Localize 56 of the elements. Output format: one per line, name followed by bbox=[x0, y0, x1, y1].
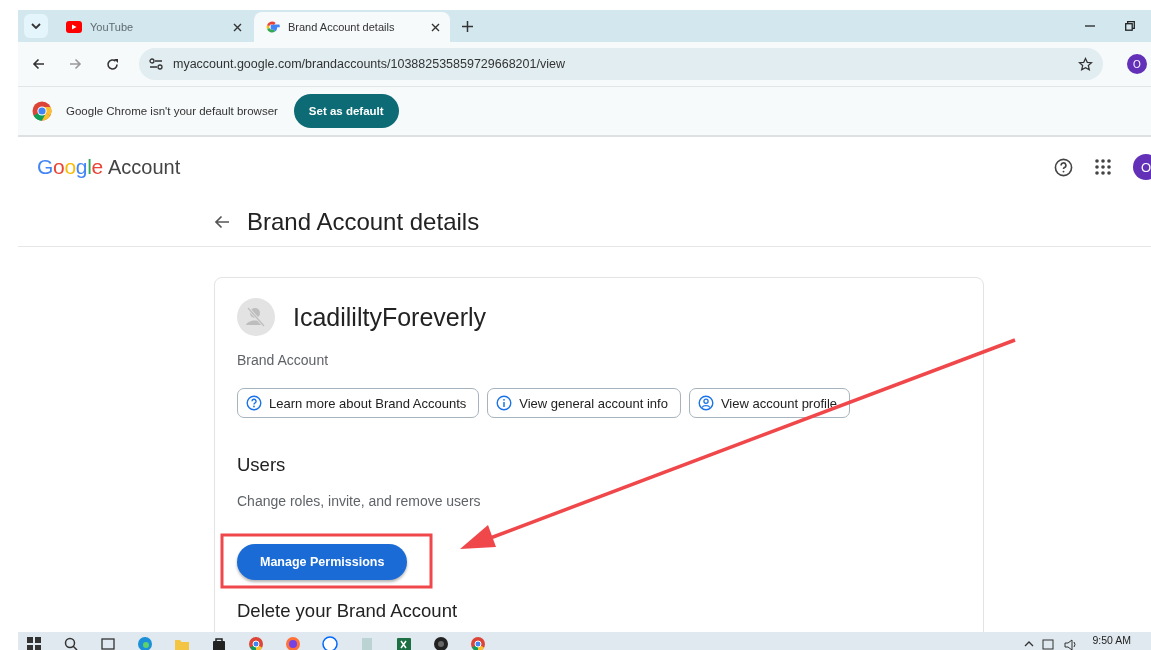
reload-icon[interactable] bbox=[106, 57, 119, 71]
new-tab-icon[interactable] bbox=[462, 20, 473, 32]
store-icon[interactable] bbox=[211, 636, 227, 650]
section-heading: Delete your Brand Account bbox=[237, 600, 459, 622]
google-logo: Google bbox=[37, 155, 103, 179]
site-settings-icon[interactable] bbox=[149, 58, 163, 70]
recorder-icon[interactable] bbox=[433, 636, 449, 650]
help-icon[interactable] bbox=[1054, 157, 1073, 177]
tab-title: YouTube bbox=[90, 21, 135, 33]
infobar-message: Google Chrome isn't your default browser bbox=[66, 105, 278, 117]
back-icon[interactable] bbox=[32, 58, 45, 70]
section-heading: Users bbox=[237, 454, 287, 476]
set-default-button[interactable]: Set as default bbox=[293, 94, 399, 128]
chevron-down-icon bbox=[31, 23, 41, 29]
tab-title: Brand Account details bbox=[288, 21, 396, 33]
section-description: Change roles, invite, and remove users bbox=[237, 493, 482, 509]
browser-tab[interactable]: YouTube bbox=[56, 12, 252, 42]
close-icon[interactable] bbox=[233, 22, 242, 32]
page-title: Brand Account details bbox=[247, 207, 480, 236]
speaker-icon[interactable] bbox=[1064, 639, 1079, 650]
help-icon bbox=[246, 395, 262, 411]
account-type: Brand Account bbox=[237, 352, 330, 368]
manage-permissions-button[interactable]: Manage Permissions bbox=[237, 544, 408, 580]
firefox-icon[interactable] bbox=[285, 636, 301, 650]
start-icon[interactable] bbox=[26, 636, 42, 650]
link-chip[interactable]: View account profile bbox=[688, 388, 851, 418]
product-name: Account bbox=[108, 155, 181, 179]
profile-avatar[interactable]: O bbox=[1127, 54, 1147, 74]
person-circle-icon bbox=[697, 395, 714, 411]
apps-grid-icon[interactable] bbox=[1095, 159, 1111, 175]
edge-icon[interactable] bbox=[137, 636, 153, 650]
account-name: IcadililtyForeverly bbox=[293, 302, 487, 332]
excel-icon[interactable] bbox=[396, 636, 412, 650]
account-avatar[interactable]: O bbox=[1133, 154, 1151, 180]
link-chip[interactable]: View general account info bbox=[487, 388, 681, 418]
chat-app-icon[interactable] bbox=[322, 636, 338, 650]
close-icon[interactable] bbox=[431, 22, 440, 32]
network-icon[interactable] bbox=[1042, 639, 1057, 650]
back-arrow-icon[interactable] bbox=[214, 214, 230, 229]
restore-icon[interactable] bbox=[1125, 21, 1135, 31]
star-icon[interactable] bbox=[1078, 56, 1093, 72]
chevron-up-icon[interactable] bbox=[1024, 641, 1035, 647]
google-g-icon bbox=[264, 19, 280, 35]
chrome-icon[interactable] bbox=[470, 636, 486, 650]
search-icon[interactable] bbox=[63, 636, 79, 650]
forward-icon[interactable] bbox=[69, 58, 82, 70]
task-view-icon[interactable] bbox=[100, 636, 116, 650]
video-play-icon bbox=[66, 21, 82, 33]
clock-time: 9:50 AM bbox=[1092, 634, 1131, 646]
avatar-placeholder-icon bbox=[237, 298, 275, 336]
chrome-icon[interactable] bbox=[248, 636, 264, 650]
link-chip[interactable]: Learn more about Brand Accounts bbox=[237, 388, 480, 418]
chrome-logo-icon bbox=[32, 101, 52, 121]
info-icon bbox=[496, 395, 513, 411]
browser-tab[interactable]: Brand Account details bbox=[254, 12, 450, 42]
tab-search-button[interactable] bbox=[24, 14, 48, 38]
